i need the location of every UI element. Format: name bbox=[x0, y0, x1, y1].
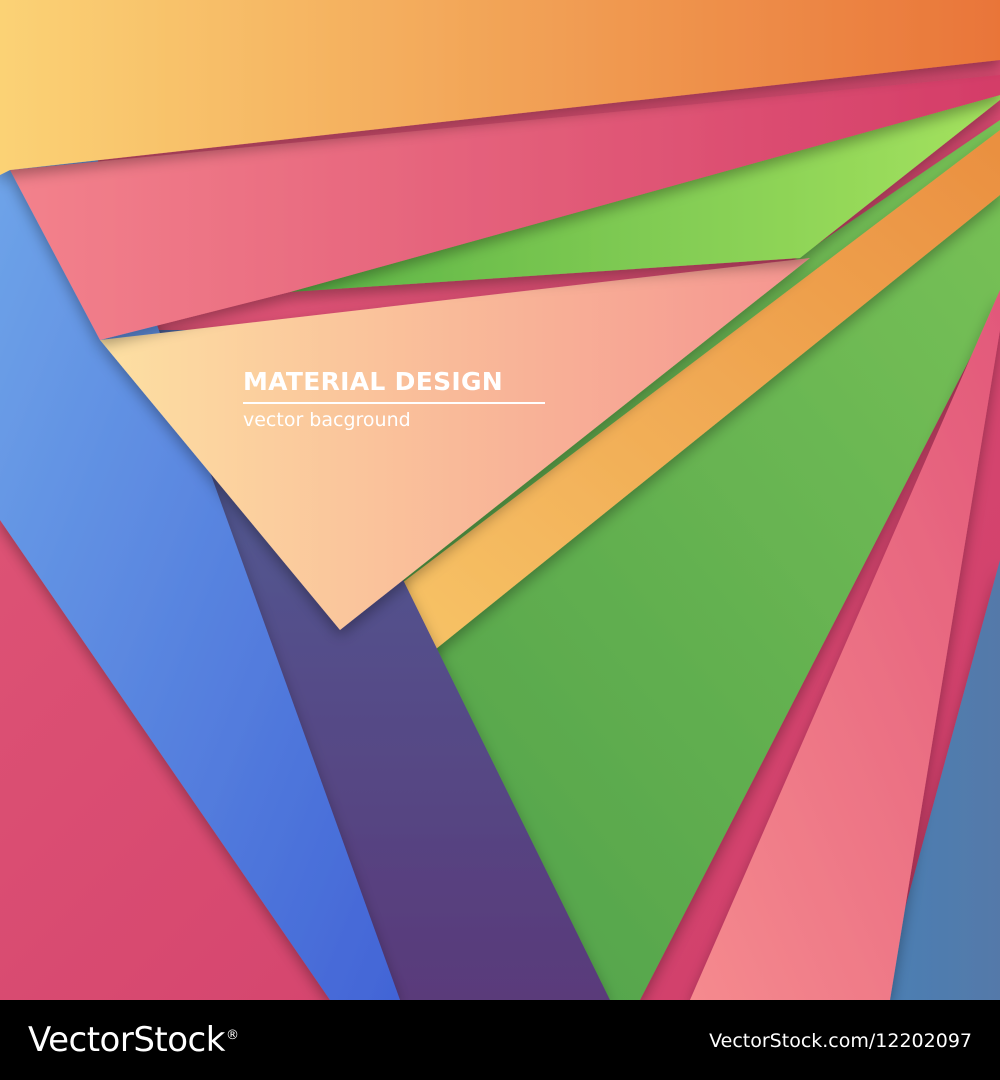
subtitle: vector bacground bbox=[243, 409, 411, 431]
title: MATERIAL DESIGN bbox=[243, 367, 504, 396]
title-underline bbox=[243, 402, 545, 404]
title-block: MATERIAL DESIGN vector bacground bbox=[243, 366, 547, 432]
brand-name: VectorStock bbox=[28, 1020, 225, 1060]
registered-mark: ® bbox=[225, 1028, 239, 1043]
vectorstock-logo: VectorStock® bbox=[28, 1018, 239, 1062]
watermark-footer: VectorStock® VectorStock.com/12202097 bbox=[0, 1000, 1000, 1080]
image-id-text: VectorStock.com/12202097 bbox=[709, 1030, 972, 1052]
material-design-background: MATERIAL DESIGN vector bacground bbox=[0, 0, 1000, 1000]
layered-paper-shapes bbox=[0, 0, 1000, 1000]
